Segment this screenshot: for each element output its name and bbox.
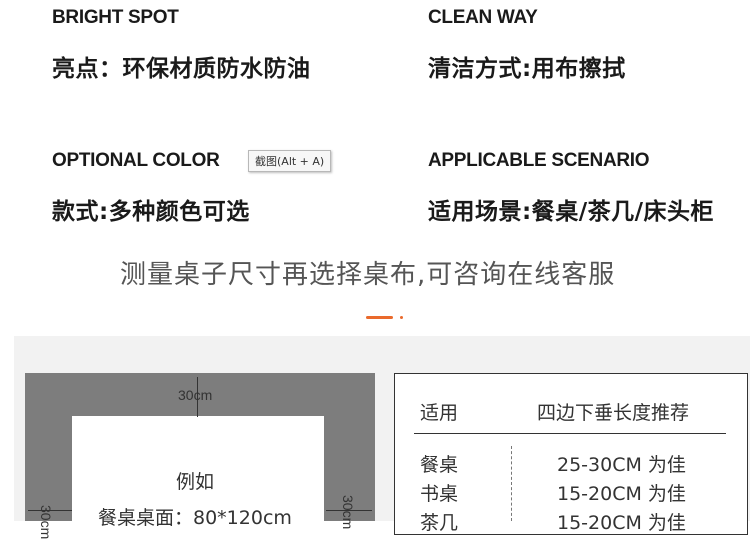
applicable-scenario-value: 适用场景:餐桌/茶几/床头柜	[428, 199, 714, 225]
right-dimension-label: 30cm	[340, 495, 356, 530]
applicable-scenario-label: APPLICABLE SCENARIO	[428, 150, 650, 171]
bright-spot-label: BRIGHT SPOT	[52, 7, 179, 28]
clean-way-label: CLEAN WAY	[428, 7, 538, 28]
accent-dot	[400, 316, 403, 319]
table-header-use: 适用	[420, 402, 459, 424]
example-title: 例如	[176, 471, 215, 493]
table-row-length: 15-20CM 为佳	[557, 483, 686, 505]
accent-divider	[366, 316, 393, 319]
table-column-divider	[511, 446, 512, 521]
optional-color-value: 款式:多种颜色可选	[52, 199, 250, 225]
measure-headline: 测量桌子尺寸再选择桌布,可咨询在线客服	[120, 260, 616, 290]
table-row-length: 15-20CM 为佳	[557, 512, 686, 534]
clean-way-value: 清洁方式:用布擦拭	[428, 56, 626, 82]
left-dimension-label: 30cm	[38, 505, 54, 539]
table-row-use: 书桌	[420, 483, 459, 505]
bright-spot-value: 亮点：环保材质防水防油	[52, 56, 311, 82]
screenshot-tooltip: 截图(Alt + A)	[248, 150, 332, 172]
optional-color-label: OPTIONAL COLOR	[52, 150, 220, 171]
top-dimension-label: 30cm	[178, 387, 213, 403]
table-row-use: 餐桌	[420, 454, 459, 476]
table-header-rule	[414, 433, 726, 434]
table-row-length: 25-30CM 为佳	[557, 454, 686, 476]
table-row-use: 茶几	[420, 512, 459, 534]
table-header-length: 四边下垂长度推荐	[537, 402, 690, 424]
example-size: 餐桌桌面：80*120cm	[98, 507, 292, 529]
